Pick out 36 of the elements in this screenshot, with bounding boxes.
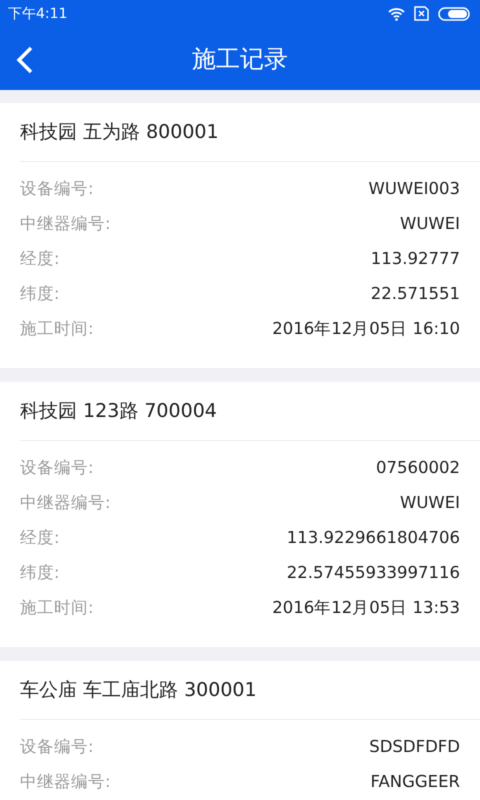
- sim-icon: [414, 6, 429, 21]
- field-label: 设备编号:: [20, 458, 94, 478]
- status-time: 下午4:11: [8, 4, 68, 22]
- field-value: 113.92777: [370, 248, 460, 268]
- field-label: 设备编号:: [20, 178, 94, 198]
- field-value: 07560002: [376, 458, 460, 478]
- field-label: 施工时间:: [20, 318, 94, 338]
- field-value: 22.571551: [370, 284, 460, 304]
- field-label: 设备编号:: [20, 736, 94, 756]
- page-title: 施工记录: [192, 44, 288, 74]
- record-title: 车公庙 车工庙北路 300001: [20, 661, 480, 720]
- field-value: 22.57455933997116: [286, 562, 460, 582]
- battery-icon: [438, 6, 470, 20]
- record-title: 科技园 五为路 800001: [20, 103, 480, 162]
- field-label: 中继器编号:: [20, 214, 111, 234]
- record-card[interactable]: 科技园 123路 700004 设备编号: 07560002 中继器编号: WUWEI 经度: 113.9229661804706 纬度: 22.57455933997116 施工时间: 2016年12月05日 13:53: [0, 382, 480, 647]
- field-label: 经度:: [20, 248, 60, 268]
- field-value: 2016年12月05日 16:10: [272, 318, 460, 338]
- field-label: 经度:: [20, 528, 60, 548]
- field-value: WUWEI: [400, 492, 460, 512]
- field-value: WUWEI003: [368, 178, 460, 198]
- field-value: SDSDFDFD: [369, 736, 460, 756]
- wifi-icon: [388, 6, 405, 20]
- field-value: 113.9229661804706: [286, 528, 460, 548]
- record-title: 科技园 123路 700004: [20, 382, 480, 441]
- record-card[interactable]: 车公庙 车工庙北路 300001 设备编号: SDSDFDFD 中继器编号: FANGGEER: [0, 661, 480, 800]
- field-label: 纬度:: [20, 284, 60, 304]
- back-icon: [16, 46, 34, 74]
- field-value: FANGGEER: [370, 772, 460, 792]
- field-value: 2016年12月05日 13:53: [272, 598, 460, 618]
- field-label: 施工时间:: [20, 598, 94, 618]
- field-value: WUWEI: [400, 214, 460, 234]
- field-label: 中继器编号:: [20, 492, 111, 512]
- field-label: 纬度:: [20, 562, 60, 582]
- field-label: 中继器编号:: [20, 772, 111, 792]
- record-card[interactable]: 科技园 五为路 800001 设备编号: WUWEI003 中继器编号: WUWEI 经度: 113.92777 纬度: 22.571551 施工时间: 2016年12月05日 16:10: [0, 103, 480, 368]
